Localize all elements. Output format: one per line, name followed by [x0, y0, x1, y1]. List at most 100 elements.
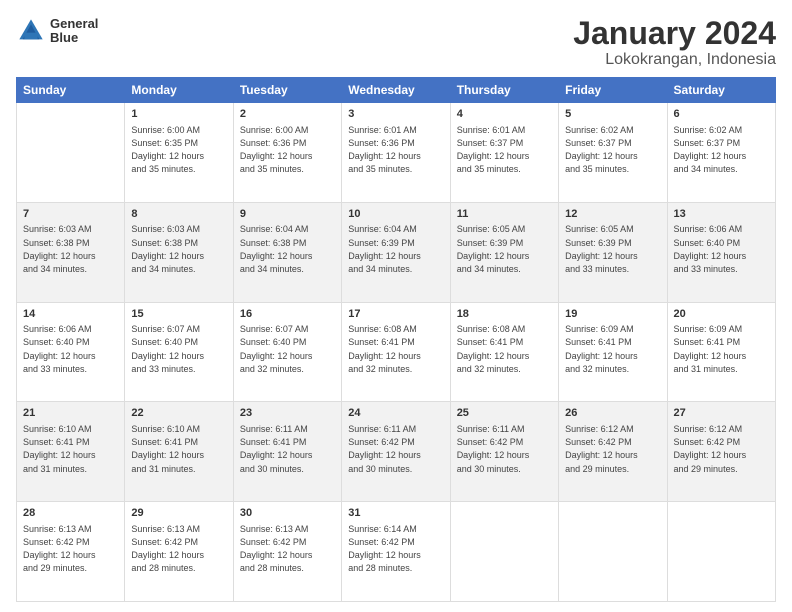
header-row: Sunday Monday Tuesday Wednesday Thursday… [17, 78, 776, 103]
logo-icon [16, 16, 46, 46]
logo-text: General Blue [50, 17, 98, 46]
calendar-cell: 14 Sunrise: 6:06 AM Sunset: 6:40 PM Dayli… [17, 302, 125, 402]
calendar-cell: 16Sunrise: 6:07 AM Sunset: 6:40 PM Dayli… [233, 302, 341, 402]
day-number: 13 [674, 207, 769, 222]
calendar-cell: 27 Sunrise: 6:12 AM Sunset: 6:42 PM Dayli… [667, 402, 775, 502]
day-info: Sunrise: 6:13 AM Sunset: 6:42 PM Dayligh… [240, 524, 313, 574]
col-thursday: Thursday [450, 78, 558, 103]
day-number: 28 [23, 506, 118, 521]
col-saturday: Saturday [667, 78, 775, 103]
day-info: Sunrise: 6:02 AM Sunset: 6:37 PM Dayligh… [565, 125, 638, 175]
day-info: Sunrise: 6:14 AM Sunset: 6:42 PM Dayligh… [348, 524, 421, 574]
calendar-cell: 3 Sunrise: 6:01 AM Sunset: 6:36 PM Daylig… [342, 103, 450, 203]
calendar-cell [559, 502, 667, 602]
day-number: 7 [23, 207, 118, 222]
day-info: Sunrise: 6:01 AM Sunset: 6:36 PM Dayligh… [348, 125, 421, 175]
day-info: Sunrise: 6:11 AM Sunset: 6:42 PM Dayligh… [457, 424, 530, 474]
calendar-cell: 24Sunrise: 6:11 AM Sunset: 6:42 PM Dayli… [342, 402, 450, 502]
calendar-cell [17, 103, 125, 203]
calendar-cell: 7Sunrise: 6:03 AM Sunset: 6:38 PM Daylig… [17, 202, 125, 302]
logo-line1: General [50, 17, 98, 31]
day-number: 11 [457, 207, 552, 222]
calendar-cell: 29 Sunrise: 6:13 AM Sunset: 6:42 PM Dayli… [125, 502, 233, 602]
day-number: 20 [674, 307, 769, 322]
day-number: 6 [674, 107, 769, 122]
calendar-cell: 31Sunrise: 6:14 AM Sunset: 6:42 PM Dayli… [342, 502, 450, 602]
title-block: January 2024 Lokokrangan, Indonesia [573, 16, 776, 69]
day-info: Sunrise: 6:10 AM Sunset: 6:41 PM Dayligh… [23, 424, 96, 474]
calendar-title: January 2024 [573, 16, 776, 51]
day-info: Sunrise: 6:01 AM Sunset: 6:37 PM Dayligh… [457, 125, 530, 175]
calendar-cell: 19 Sunrise: 6:09 AM Sunset: 6:41 PM Dayli… [559, 302, 667, 402]
calendar-cell: 4 Sunrise: 6:01 AM Sunset: 6:37 PM Daylig… [450, 103, 558, 203]
day-number: 19 [565, 307, 660, 322]
header: General Blue January 2024 Lokokrangan, I… [16, 16, 776, 69]
calendar-cell: 26Sunrise: 6:12 AM Sunset: 6:42 PM Dayli… [559, 402, 667, 502]
day-info: Sunrise: 6:09 AM Sunset: 6:41 PM Dayligh… [674, 324, 747, 374]
day-number: 8 [131, 207, 226, 222]
day-number: 4 [457, 107, 552, 122]
calendar-cell: 28Sunrise: 6:13 AM Sunset: 6:42 PM Dayli… [17, 502, 125, 602]
day-info: Sunrise: 6:09 AM Sunset: 6:41 PM Dayligh… [565, 324, 638, 374]
calendar-subtitle: Lokokrangan, Indonesia [573, 51, 776, 69]
calendar-cell [667, 502, 775, 602]
day-info: Sunrise: 6:11 AM Sunset: 6:41 PM Dayligh… [240, 424, 313, 474]
col-tuesday: Tuesday [233, 78, 341, 103]
day-info: Sunrise: 6:12 AM Sunset: 6:42 PM Dayligh… [565, 424, 638, 474]
calendar-cell: 9Sunrise: 6:04 AM Sunset: 6:38 PM Daylig… [233, 202, 341, 302]
day-number: 21 [23, 406, 118, 421]
calendar-cell: 1 Sunrise: 6:00 AM Sunset: 6:35 PM Daylig… [125, 103, 233, 203]
calendar-cell: 13 Sunrise: 6:06 AM Sunset: 6:40 PM Dayli… [667, 202, 775, 302]
day-info: Sunrise: 6:05 AM Sunset: 6:39 PM Dayligh… [565, 224, 638, 274]
calendar-cell: 21 Sunrise: 6:10 AM Sunset: 6:41 PM Dayli… [17, 402, 125, 502]
day-info: Sunrise: 6:00 AM Sunset: 6:35 PM Dayligh… [131, 125, 204, 175]
calendar-table: Sunday Monday Tuesday Wednesday Thursday… [16, 77, 776, 602]
col-friday: Friday [559, 78, 667, 103]
calendar-cell: 15 Sunrise: 6:07 AM Sunset: 6:40 PM Dayli… [125, 302, 233, 402]
day-number: 9 [240, 207, 335, 222]
day-info: Sunrise: 6:12 AM Sunset: 6:42 PM Dayligh… [674, 424, 747, 474]
calendar-cell: 8 Sunrise: 6:03 AM Sunset: 6:38 PM Daylig… [125, 202, 233, 302]
day-info: Sunrise: 6:08 AM Sunset: 6:41 PM Dayligh… [348, 324, 421, 374]
day-number: 3 [348, 107, 443, 122]
day-number: 25 [457, 406, 552, 421]
day-info: Sunrise: 6:06 AM Sunset: 6:40 PM Dayligh… [674, 224, 747, 274]
calendar-week-2: 14 Sunrise: 6:06 AM Sunset: 6:40 PM Dayli… [17, 302, 776, 402]
day-number: 1 [131, 107, 226, 122]
day-number: 17 [348, 307, 443, 322]
day-number: 15 [131, 307, 226, 322]
day-number: 27 [674, 406, 769, 421]
calendar-cell: 23 Sunrise: 6:11 AM Sunset: 6:41 PM Dayli… [233, 402, 341, 502]
calendar-cell: 30 Sunrise: 6:13 AM Sunset: 6:42 PM Dayli… [233, 502, 341, 602]
calendar-week-3: 21 Sunrise: 6:10 AM Sunset: 6:41 PM Dayli… [17, 402, 776, 502]
day-info: Sunrise: 6:05 AM Sunset: 6:39 PM Dayligh… [457, 224, 530, 274]
col-sunday: Sunday [17, 78, 125, 103]
day-info: Sunrise: 6:00 AM Sunset: 6:36 PM Dayligh… [240, 125, 313, 175]
day-number: 18 [457, 307, 552, 322]
day-number: 16 [240, 307, 335, 322]
day-number: 2 [240, 107, 335, 122]
calendar-week-1: 7 Sunrise: 6:03 AM Sunset: 6:38 PM Daylig… [17, 202, 776, 302]
day-info: Sunrise: 6:04 AM Sunset: 6:39 PM Dayligh… [348, 224, 421, 274]
calendar-week-0: 1 Sunrise: 6:00 AM Sunset: 6:35 PM Daylig… [17, 103, 776, 203]
calendar-cell: 5Sunrise: 6:02 AM Sunset: 6:37 PM Daylig… [559, 103, 667, 203]
day-number: 22 [131, 406, 226, 421]
day-info: Sunrise: 6:13 AM Sunset: 6:42 PM Dayligh… [131, 524, 204, 574]
day-number: 10 [348, 207, 443, 222]
calendar-cell: 12Sunrise: 6:05 AM Sunset: 6:39 PM Dayli… [559, 202, 667, 302]
day-info: Sunrise: 6:07 AM Sunset: 6:40 PM Dayligh… [131, 324, 204, 374]
day-number: 29 [131, 506, 226, 521]
day-info: Sunrise: 6:03 AM Sunset: 6:38 PM Dayligh… [131, 224, 204, 274]
day-number: 23 [240, 406, 335, 421]
day-info: Sunrise: 6:11 AM Sunset: 6:42 PM Dayligh… [348, 424, 421, 474]
day-number: 30 [240, 506, 335, 521]
calendar-cell: 10 Sunrise: 6:04 AM Sunset: 6:39 PM Dayli… [342, 202, 450, 302]
day-info: Sunrise: 6:08 AM Sunset: 6:41 PM Dayligh… [457, 324, 530, 374]
day-number: 14 [23, 307, 118, 322]
calendar-cell: 17 Sunrise: 6:08 AM Sunset: 6:41 PM Dayli… [342, 302, 450, 402]
calendar-week-4: 28 Sunrise: 6:13 AM Sunset: 6:42 PM Dayli… [17, 502, 776, 602]
day-info: Sunrise: 6:06 AM Sunset: 6:40 PM Dayligh… [23, 324, 96, 374]
logo-line2: Blue [50, 31, 98, 45]
logo: General Blue [16, 16, 98, 46]
col-monday: Monday [125, 78, 233, 103]
